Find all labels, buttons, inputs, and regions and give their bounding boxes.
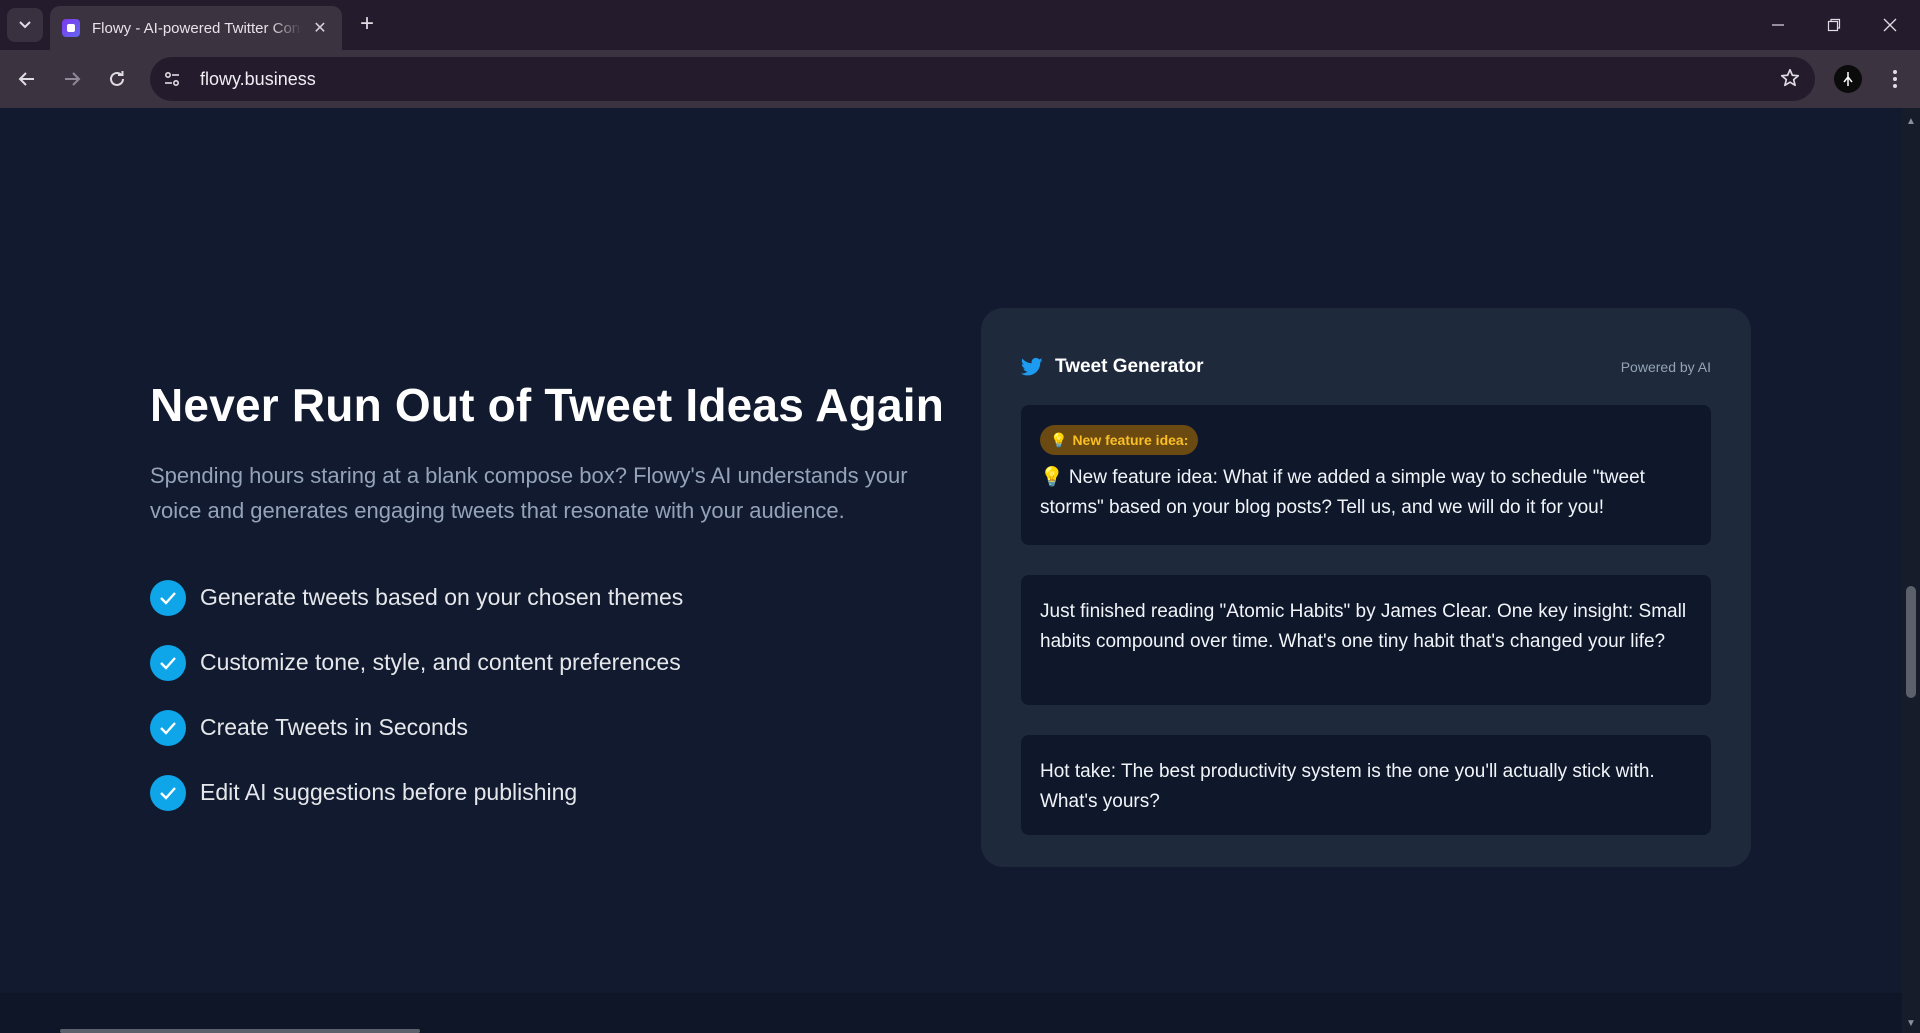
feature-badge-label: New feature idea: (1072, 432, 1189, 448)
feature-item: Create Tweets in Seconds (150, 695, 683, 760)
back-button[interactable] (10, 62, 44, 96)
feature-text: Edit AI suggestions before publishing (200, 779, 578, 805)
tweet-text: 💡 New feature idea: What if we added a s… (1040, 467, 1645, 518)
feature-badge: 💡 New feature idea: (1040, 425, 1199, 455)
powered-by-label: Powered by AI (1620, 359, 1711, 375)
scroll-up-icon[interactable]: ▲ (1906, 116, 1916, 127)
page-viewport: Never Run Out of Tweet Ideas Again Spend… (0, 108, 1902, 1033)
check-icon (150, 644, 186, 681)
close-icon[interactable]: ✕ (310, 18, 330, 38)
feature-list: Generate tweets based on your chosen the… (150, 565, 683, 825)
vertical-scrollbar[interactable]: ▲ ▼ (1902, 108, 1920, 1033)
menu-icon[interactable] (1880, 62, 1910, 96)
chevron-down-icon (19, 21, 31, 29)
card-header: Tweet Generator Powered by AI (1021, 352, 1711, 382)
close-icon (1883, 18, 1897, 32)
browser-toolbar: flowy.business (0, 50, 1920, 108)
feature-text: Customize tone, style, and content prefe… (200, 649, 681, 675)
reload-button[interactable] (100, 62, 134, 96)
feature-item: Generate tweets based on your chosen the… (150, 565, 683, 630)
minimize-button[interactable] (1750, 8, 1806, 42)
tab-search-button[interactable] (7, 8, 43, 42)
forward-icon (65, 72, 81, 86)
tweet-text: Hot take: The best productivity system i… (1040, 761, 1655, 812)
tab-title: Flowy - AI-powered Twitter Content Gener… (92, 19, 302, 37)
tweet-suggestion[interactable]: Just finished reading "Atomic Habits" by… (1021, 575, 1711, 705)
close-window-button[interactable] (1862, 8, 1918, 42)
profile-icon[interactable] (1834, 65, 1862, 93)
hero-title: Never Run Out of Tweet Ideas Again (150, 379, 945, 431)
check-icon (150, 774, 186, 811)
reload-icon (110, 71, 124, 86)
check-icon (150, 579, 186, 616)
feature-text: Generate tweets based on your chosen the… (200, 584, 684, 610)
favicon-icon (62, 19, 80, 37)
scrollbar-thumb[interactable] (1906, 586, 1916, 698)
feature-text: Create Tweets in Seconds (200, 714, 469, 740)
restore-button[interactable] (1806, 8, 1862, 42)
feature-item: Edit AI suggestions before publishing (150, 760, 683, 825)
address-bar[interactable]: flowy.business (150, 57, 1815, 101)
forward-button[interactable] (55, 62, 89, 96)
lightbulb-icon: 💡 (1050, 431, 1068, 448)
url-text[interactable]: flowy.business (200, 69, 316, 90)
tweet-text: Just finished reading "Atomic Habits" by… (1040, 601, 1687, 652)
twitter-bird-icon (1021, 357, 1043, 376)
star-icon[interactable] (1779, 67, 1801, 94)
minimize-icon (1772, 24, 1784, 26)
back-icon (18, 72, 34, 86)
tweet-generator-card: Tweet Generator Powered by AI 💡 New feat… (981, 308, 1751, 867)
feature-item: Customize tone, style, and content prefe… (150, 630, 683, 695)
site-info-icon[interactable] (154, 61, 190, 97)
card-title: Tweet Generator (1055, 356, 1204, 377)
check-icon (150, 709, 186, 746)
tab-strip: Flowy - AI-powered Twitter Content Gener… (0, 0, 1920, 50)
restore-icon (1827, 18, 1841, 32)
active-tab[interactable]: Flowy - AI-powered Twitter Content Gener… (50, 6, 342, 50)
tweet-suggestion[interactable]: 💡 New feature idea: 💡 New feature idea: … (1021, 405, 1711, 545)
horizontal-scrollbar-thumb[interactable] (60, 1029, 420, 1033)
hero-subtitle: Spending hours staring at a blank compos… (150, 463, 908, 523)
scroll-down-icon[interactable]: ▼ (1906, 1018, 1916, 1029)
new-tab-button[interactable]: + (352, 10, 382, 40)
tweet-suggestion[interactable]: Hot take: The best productivity system i… (1021, 735, 1711, 835)
